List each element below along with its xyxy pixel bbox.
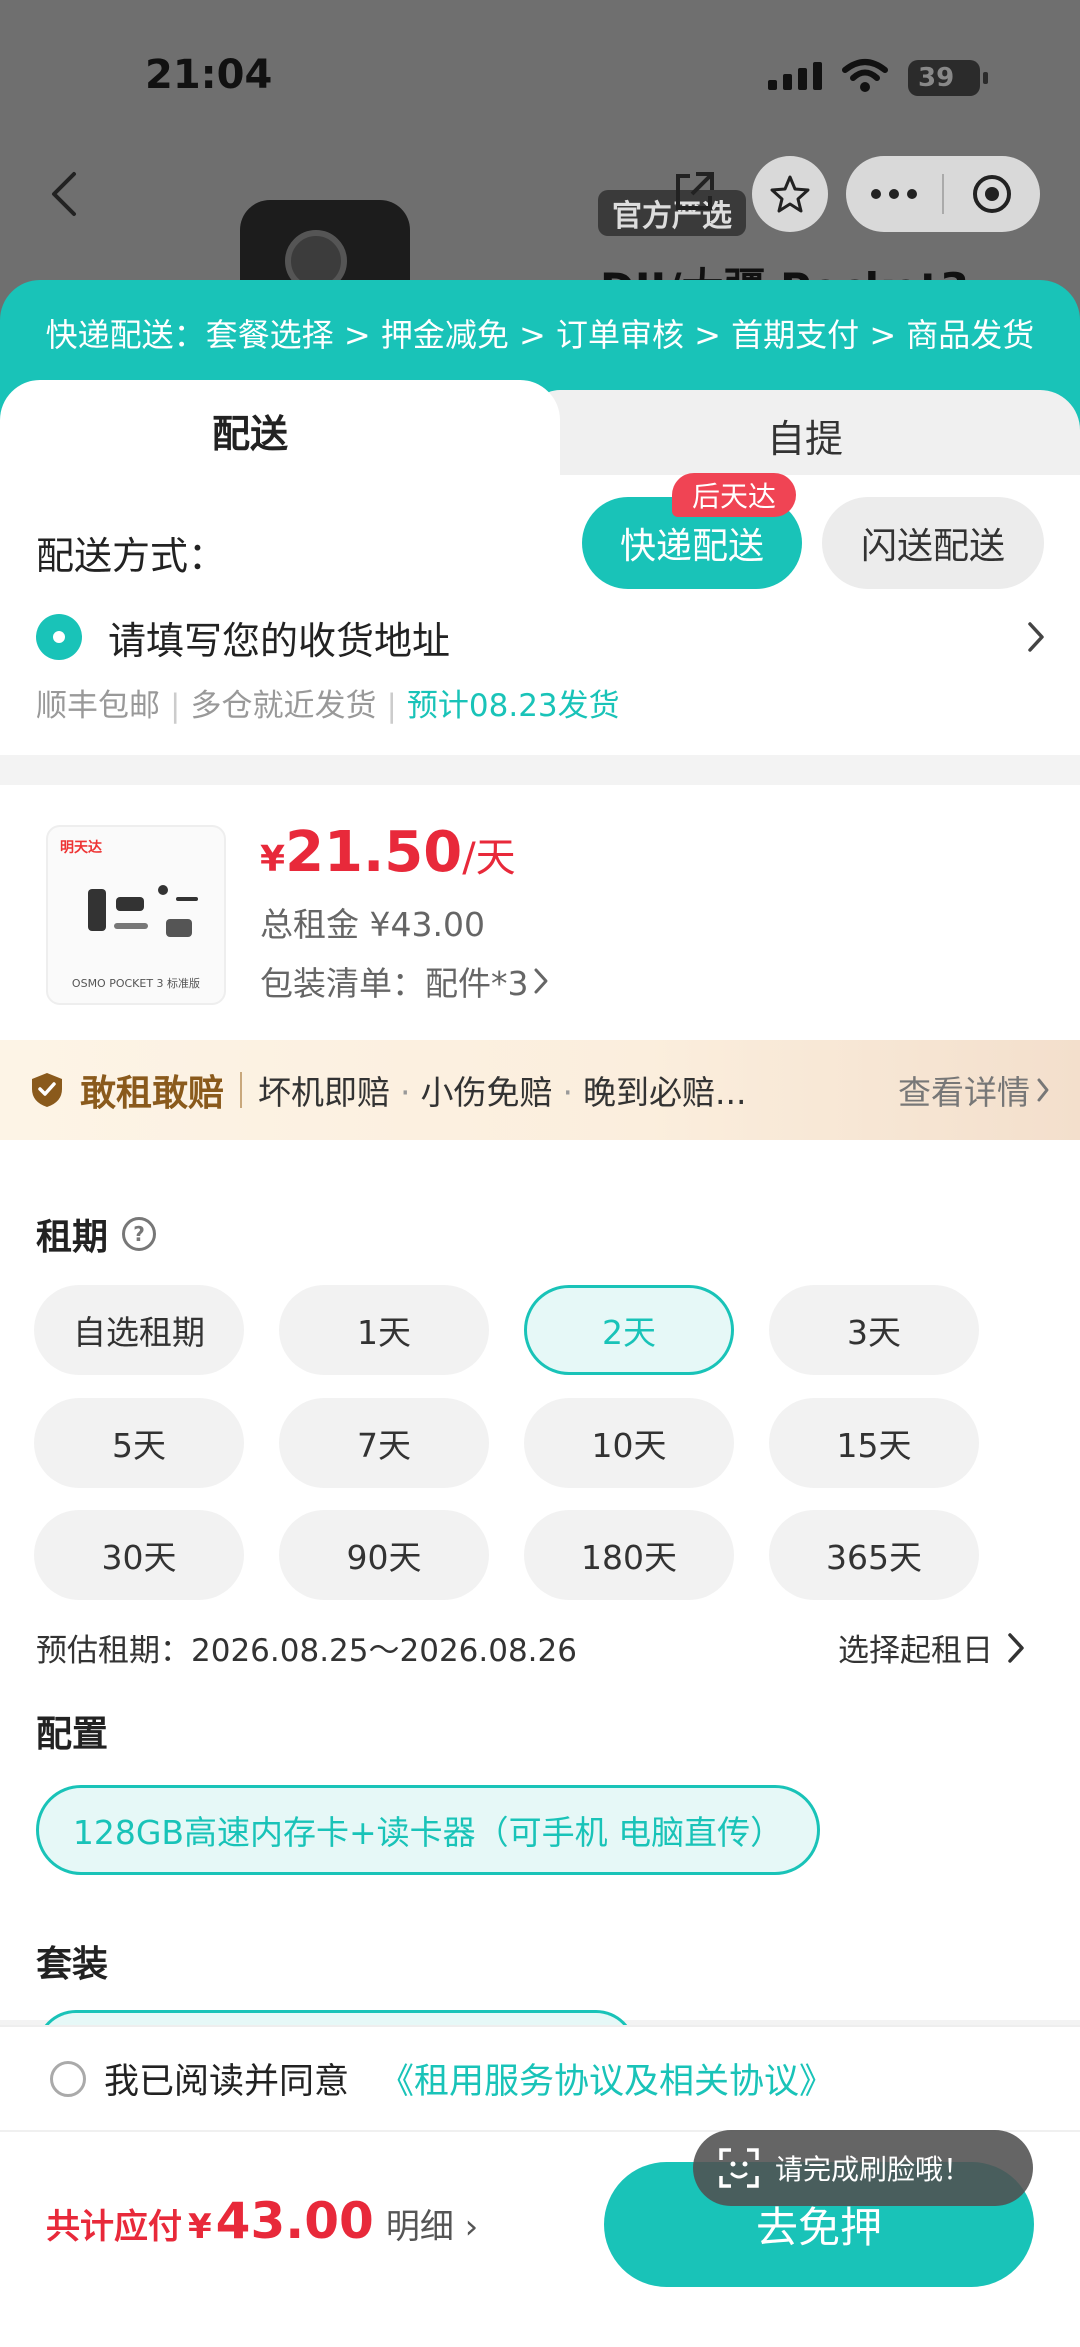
- product-card: 明天达 OSMO POCKET 3 标准版 ¥21.50/天 总租金 ¥43.0…: [0, 785, 1080, 1170]
- agreement-checkbox[interactable]: [50, 2060, 86, 2097]
- product-image: 明天达 OSMO POCKET 3 标准版: [46, 825, 226, 1005]
- signal-icon: [768, 62, 822, 90]
- bundle-title: 套装: [36, 1944, 109, 1985]
- face-verify-toast: 请完成刷脸哦！: [693, 2130, 1033, 2206]
- delivery-method-label: 配送方式：: [36, 534, 227, 578]
- pack-list-text: 包装清单：配件*3: [260, 964, 529, 1003]
- config-title: 配置: [36, 1714, 109, 1755]
- period-option[interactable]: 1天: [279, 1285, 489, 1375]
- period-option[interactable]: 30天: [34, 1510, 244, 1600]
- face-scan-icon: [719, 2148, 759, 2188]
- toast-text: 请完成刷脸哦！: [775, 2153, 972, 2186]
- back-icon[interactable]: [48, 170, 80, 218]
- product-image-tag: 明天达: [60, 840, 102, 856]
- period-option[interactable]: 90天: [279, 1510, 489, 1600]
- tab-pickup[interactable]: 自提: [530, 390, 1080, 480]
- help-icon[interactable]: ?: [122, 1217, 157, 1251]
- price-unit: /天: [462, 835, 516, 881]
- status-time: 21:04: [145, 52, 273, 98]
- mini-program-capsule: [846, 156, 1040, 232]
- address-row[interactable]: 请填写您的收货地址: [36, 607, 1046, 667]
- chevron-right-icon: [1028, 622, 1044, 652]
- period-option[interactable]: 自选租期: [34, 1285, 244, 1375]
- guarantee-details-link[interactable]: 查看详情: [898, 1066, 1050, 1114]
- arrival-badge: 后天达: [672, 473, 797, 517]
- payment-detail-text: 明细: [385, 2207, 454, 2247]
- pack-list-link[interactable]: 包装清单：配件*3: [260, 957, 549, 1005]
- warehouse-text: 多仓就近发货: [190, 688, 377, 724]
- location-pin-icon: [36, 614, 82, 660]
- period-option[interactable]: 180天: [524, 1510, 734, 1600]
- guarantee-details-text: 查看详情: [898, 1073, 1030, 1112]
- period-option[interactable]: 7天: [279, 1398, 489, 1488]
- daily-price: ¥21.50/天: [260, 820, 516, 885]
- pick-start-date-link[interactable]: 选择起租日: [838, 1625, 1025, 1670]
- battery-icon: 39: [908, 60, 988, 96]
- agreement-bar: 我已阅读并同意 《租用服务协议及相关协议》: [0, 2025, 1080, 2130]
- delivery-card: 配送方式： 快递配送 后天达 闪送配送 请填写您的收货地址 顺丰包邮 | 多仓就近发…: [0, 473, 1080, 755]
- total-payment: 共计应付 ¥ 43.00 明细 ›: [46, 2192, 478, 2250]
- period-option[interactable]: 15天: [769, 1398, 979, 1488]
- total-currency: ¥: [188, 2207, 212, 2247]
- pick-start-date-text: 选择起租日: [838, 1633, 993, 1669]
- price-value: 21.50: [285, 820, 463, 885]
- agreement-text: 我已阅读并同意: [104, 2062, 350, 2102]
- period-option[interactable]: 3天: [769, 1285, 979, 1375]
- wifi-icon: [842, 59, 888, 92]
- total-label: 共计应付: [46, 2207, 182, 2247]
- chevron-right-icon: [534, 968, 547, 994]
- ship-date-text: 预计08.23发货: [406, 688, 620, 724]
- guarantee-item: 小伤免赔: [420, 1073, 553, 1112]
- config-option-selected[interactable]: 128GB高速内存卡+读卡器（可手机 电脑直传）: [36, 1785, 820, 1875]
- guarantee-items: 坏机即赔 · 小伤免赔 · 晚到必赔...: [258, 1073, 747, 1112]
- agreement-link[interactable]: 《租用服务协议及相关协议》: [379, 2053, 834, 2104]
- share-icon[interactable]: [670, 168, 718, 216]
- total-rent: 总租金 ¥43.00: [260, 905, 485, 944]
- price-currency: ¥: [260, 839, 286, 880]
- close-mini-program-icon[interactable]: [944, 173, 1040, 215]
- rental-options-card: 租期 ? 自选租期 1天 2天 3天 5天 7天 10天 15天 30天 90天…: [0, 1170, 1080, 2050]
- free-shipping-text: 顺丰包邮: [36, 688, 160, 724]
- total-amount: 43.00: [215, 2192, 374, 2250]
- star-icon: [770, 175, 810, 213]
- more-icon[interactable]: [846, 189, 942, 199]
- shield-check-icon: [32, 1073, 62, 1107]
- guarantee-item: 晚到必赔...: [583, 1073, 747, 1112]
- period-option-selected[interactable]: 2天: [524, 1285, 734, 1375]
- tab-delivery[interactable]: 配送: [0, 380, 560, 480]
- period-option[interactable]: 10天: [524, 1398, 734, 1488]
- estimated-period: 预估租期：2026.08.25～2026.08.26: [36, 1633, 577, 1669]
- guarantee-title: 敢租敢赔: [80, 1073, 225, 1114]
- address-placeholder: 请填写您的收货地址: [108, 618, 451, 663]
- order-steps: 快递配送：套餐选择 > 押金减免 > 订单审核 > 首期支付 > 商品发货: [45, 316, 1035, 354]
- rental-period-label: 租期: [36, 1217, 109, 1258]
- delivery-tabs: 自提 配送: [0, 380, 1080, 480]
- period-option[interactable]: 365天: [769, 1510, 979, 1600]
- battery-level: 39: [918, 63, 955, 93]
- flash-delivery-button[interactable]: 闪送配送: [822, 497, 1044, 589]
- rental-period-title: 租期 ?: [36, 1208, 157, 1260]
- chevron-right-icon: [1008, 1632, 1024, 1663]
- payment-detail-link[interactable]: 明细 ›: [386, 2199, 478, 2248]
- chevron-right-icon: [1037, 1078, 1049, 1102]
- product-image-model: OSMO POCKET 3 标准版: [71, 977, 201, 990]
- guarantee-item: 坏机即赔: [258, 1073, 391, 1112]
- guarantee-banner[interactable]: 敢租敢赔 坏机即赔 · 小伤免赔 · 晚到必赔... 查看详情: [0, 1040, 1080, 1140]
- shipping-info: 顺丰包邮 | 多仓就近发货 | 预计08.23发货: [36, 688, 620, 724]
- period-option[interactable]: 5天: [34, 1398, 244, 1488]
- favorite-button[interactable]: [752, 156, 828, 232]
